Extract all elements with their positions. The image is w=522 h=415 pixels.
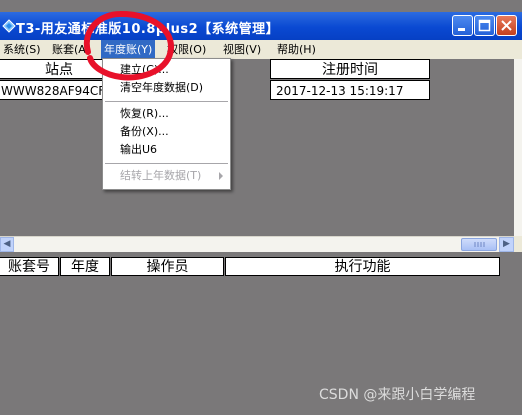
close-button[interactable] — [496, 15, 517, 36]
app-window: T3-用友通标准版10.8plus2【系统管理】 系统(S) 账套(A) 年度账… — [0, 0, 522, 415]
menu-separator — [105, 101, 228, 102]
window-title: T3-用友通标准版10.8plus2【系统管理】 — [16, 22, 280, 37]
scrollbar-corner — [514, 236, 522, 252]
menu-view[interactable]: 视图(V) — [220, 40, 264, 59]
submenu-arrow-icon — [219, 172, 223, 180]
scroll-left-button[interactable]: ◀ — [0, 237, 14, 252]
grip-icon — [474, 242, 485, 247]
cell-register-time[interactable]: 2017-12-13 15:19:17 — [270, 80, 430, 100]
close-icon — [501, 20, 512, 31]
menu-item-backup[interactable]: 备份(X)... — [104, 123, 229, 141]
annual-account-dropdown: 建立(C)... 清空年度数据(D) 恢复(R)... 备份(X)... 输出U… — [102, 58, 231, 190]
minimize-button[interactable] — [452, 15, 473, 36]
menu-annual-account[interactable]: 年度账(Y) — [101, 40, 156, 59]
menu-item-carry-forward-label: 结转上年数据(T) — [120, 169, 202, 182]
title-bar[interactable]: T3-用友通标准版10.8plus2【系统管理】 — [0, 12, 522, 40]
menu-item-create[interactable]: 建立(C)... — [104, 61, 229, 79]
menu-bar: 系统(S) 账套(A) 年度账(Y) 权限(O) 视图(V) 帮助(H) — [0, 40, 522, 59]
scroll-thumb[interactable] — [461, 238, 497, 251]
menu-item-clear-year-data[interactable]: 清空年度数据(D) — [104, 79, 229, 97]
horizontal-scrollbar[interactable]: ◀ ▶ — [0, 236, 514, 252]
menu-permissions[interactable]: 权限(O) — [164, 40, 209, 59]
menu-item-restore[interactable]: 恢复(R)... — [104, 105, 229, 123]
column-header-register-time[interactable]: 注册时间 — [270, 59, 430, 79]
watermark-text: CSDN @来跟小白学编程 — [319, 387, 476, 403]
vertical-scrollbar[interactable] — [514, 59, 522, 236]
column-header-year[interactable]: 年度 — [60, 257, 110, 276]
menu-separator — [105, 163, 228, 164]
maximize-icon — [478, 19, 491, 32]
app-icon — [2, 19, 16, 33]
arrow-right-icon: ▶ — [503, 239, 510, 249]
column-header-account-no[interactable]: 账套号 — [0, 257, 59, 276]
menu-help[interactable]: 帮助(H) — [274, 40, 319, 59]
minimize-icon — [458, 28, 465, 31]
menu-system[interactable]: 系统(S) — [0, 40, 44, 59]
maximize-button[interactable] — [474, 15, 495, 36]
site-table: 站点 注册时间 WWW828AF94CFO 2017-12-13 15:19:1… — [0, 59, 514, 236]
arrow-left-icon: ◀ — [3, 239, 11, 249]
menu-item-export-u6[interactable]: 输出U6 — [104, 141, 229, 159]
column-header-operator[interactable]: 操作员 — [111, 257, 224, 276]
menu-item-carry-forward: 结转上年数据(T) — [104, 167, 229, 185]
scroll-right-button[interactable]: ▶ — [499, 237, 514, 252]
menu-account-set[interactable]: 账套(A) — [49, 40, 93, 59]
column-header-function[interactable]: 执行功能 — [225, 257, 500, 276]
